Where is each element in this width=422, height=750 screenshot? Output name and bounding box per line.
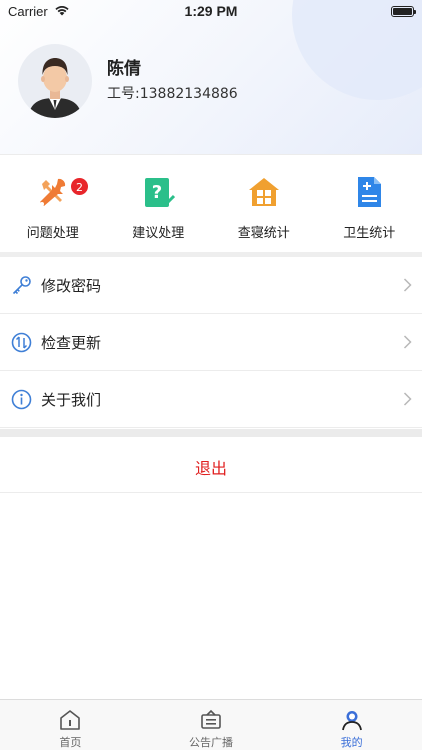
chevron-right-icon	[403, 335, 412, 349]
quick-action-label: 查寝统计	[237, 226, 290, 241]
info-icon	[11, 389, 32, 410]
quick-action-label: 卫生统计	[343, 226, 396, 241]
dorm-icon	[248, 178, 279, 206]
tab-label: 我的	[340, 736, 363, 749]
chevron-right-icon	[403, 278, 412, 292]
quick-actions: 2 问题处理 ? 建议处理 查寝统计 卫生统计	[0, 155, 422, 252]
tab-profile[interactable]: 我的	[281, 700, 422, 750]
quick-action-suggestion-handling[interactable]: ? 建议处理	[106, 155, 212, 252]
issue-count-badge: 2	[70, 177, 89, 196]
menu-item-label: 关于我们	[41, 391, 102, 409]
menu-item-label: 检查更新	[41, 334, 102, 352]
quick-action-label: 建议处理	[132, 226, 185, 241]
settings-menu: 修改密码 检查更新 关于我们	[0, 257, 422, 428]
status-bar: Carrier 1:29 PM	[0, 0, 422, 24]
svg-text:?: ?	[152, 182, 162, 203]
battery-icon	[391, 6, 416, 17]
menu-item-about-us[interactable]: 关于我们	[0, 371, 422, 428]
tab-label: 首页	[59, 736, 82, 749]
menu-item-check-update[interactable]: 检查更新	[0, 314, 422, 371]
tab-bar: 首页 公告广播 我的	[0, 699, 422, 750]
quick-action-label: 问题处理	[26, 226, 79, 241]
quick-action-hygiene-stats[interactable]: 卫生统计	[317, 155, 422, 252]
employee-id: 工号:13882134886	[107, 86, 238, 102]
logout-label: 退出	[194, 459, 227, 478]
avatar[interactable]	[18, 44, 92, 118]
tab-home[interactable]: 首页	[0, 700, 141, 750]
hygiene-icon	[358, 177, 382, 207]
quick-action-issue-handling[interactable]: 2 问题处理	[0, 155, 106, 252]
avatar-person-icon	[28, 58, 82, 118]
tab-label: 公告广播	[189, 736, 233, 749]
tools-icon	[39, 178, 65, 206]
menu-item-label: 修改密码	[41, 277, 102, 295]
profile-icon	[341, 711, 362, 731]
home-icon	[60, 710, 81, 730]
key-icon	[12, 276, 31, 295]
section-separator	[0, 429, 422, 437]
status-time: 1:29 PM	[184, 3, 238, 19]
suggestion-icon: ?	[145, 178, 176, 207]
announcement-icon	[201, 709, 221, 729]
quick-action-dorm-check[interactable]: 查寝统计	[211, 155, 317, 252]
logout-button[interactable]: 退出	[0, 437, 422, 493]
menu-item-change-password[interactable]: 修改密码	[0, 257, 422, 314]
chevron-right-icon	[403, 392, 412, 406]
user-name: 陈倩	[107, 59, 141, 79]
tab-announcements[interactable]: 公告广播	[141, 700, 282, 750]
update-icon	[11, 332, 32, 353]
